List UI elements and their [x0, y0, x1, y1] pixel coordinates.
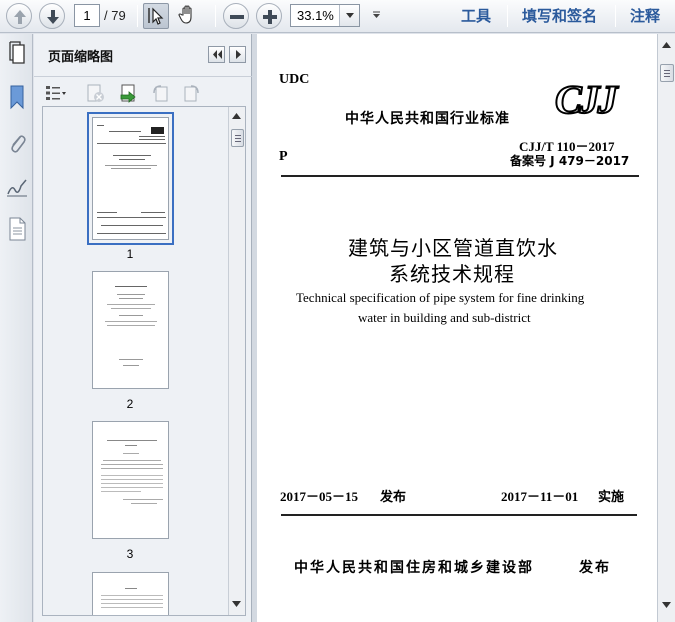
next-page-button[interactable] [39, 3, 65, 29]
pdf-page: UDC 中华人民共和国行业标准 CJJ CJJ/T 110－2017 P 备案号… [257, 34, 657, 622]
toolbar-divider [615, 5, 616, 27]
fill-sign-pane-button[interactable]: 填写和签名 [522, 5, 597, 27]
double-chevron-left-icon [213, 50, 222, 59]
document-scroll-thumb[interactable] [660, 64, 674, 82]
rotate-left-icon[interactable] [150, 82, 172, 104]
comment-pane-button[interactable]: 注释 [630, 5, 660, 27]
record-number: 备案号 J 479－2017 [510, 154, 630, 168]
page-thumbnails-panel: 页面缩略图 1 2 3 [9, 34, 252, 622]
document-scrollbar[interactable] [657, 34, 675, 622]
pages-icon[interactable] [7, 40, 29, 66]
thumbnail-number: 1 [126, 247, 134, 261]
scroll-up-icon[interactable] [662, 42, 671, 48]
standard-heading: 中华人民共和国行业标准 [345, 111, 510, 127]
triangle-right-icon [236, 50, 241, 59]
delete-page-icon[interactable] [84, 82, 106, 104]
collapse-panel-button[interactable] [208, 46, 225, 63]
panel-header: 页面缩略图 [9, 34, 252, 76]
cursor-icon [148, 7, 164, 25]
thumbnail-number: 2 [126, 397, 134, 411]
arrow-up-icon [14, 10, 26, 24]
scroll-down-icon[interactable] [232, 601, 241, 607]
publish-date: 2017－05－15 [280, 489, 359, 504]
signature-icon[interactable] [5, 174, 29, 200]
thumbnail-page-1[interactable] [87, 112, 174, 245]
udc-label: UDC [279, 72, 310, 87]
bookmark-icon[interactable] [5, 84, 29, 110]
thumbnail-scroll-area: 1 2 3 [43, 107, 229, 615]
zoom-in-button[interactable] [256, 3, 282, 29]
toolbar-divider [137, 5, 138, 27]
title-en-line1: Technical specification of pipe system f… [296, 290, 585, 305]
header-rule [281, 175, 639, 177]
document-view: UDC 中华人民共和国行业标准 CJJ CJJ/T 110－2017 P 备案号… [257, 34, 675, 622]
thumbnail-options-icon[interactable] [44, 82, 66, 104]
title-cn-line2: 系统技术规程 [389, 262, 515, 286]
insert-page-icon[interactable] [118, 82, 140, 104]
thumbnail-number: 3 [126, 547, 134, 561]
plus-icon [263, 10, 277, 24]
zoom-dropdown-button[interactable] [339, 5, 359, 26]
minus-icon [230, 15, 244, 19]
thumbnail-scrollbar[interactable] [228, 107, 245, 615]
thumbnail-toolbar [34, 76, 252, 106]
attachment-icon[interactable] [5, 130, 29, 156]
toolbar-divider [215, 5, 216, 27]
chevron-down-icon [346, 13, 354, 18]
scroll-down-icon[interactable] [662, 602, 671, 608]
title-cn-line1: 建筑与小区管道直饮水 [348, 236, 558, 260]
issuer-name: 中华人民共和国住房和城乡建设部 [294, 560, 534, 576]
page-number-input[interactable]: 1 [74, 4, 100, 27]
zoom-select[interactable]: 33.1% [290, 4, 360, 27]
thumbnail-list: 1 2 3 [42, 106, 246, 616]
thumbnail-scroll-thumb[interactable] [231, 129, 244, 147]
thumbnail-page-2[interactable] [92, 271, 169, 389]
panel-title: 页面缩略图 [48, 50, 114, 65]
hand-tool-button[interactable] [176, 3, 202, 29]
more-tools-icon[interactable] [372, 11, 381, 20]
title-en-line2: water in building and sub-district [358, 310, 531, 325]
implement-label: 实施 [598, 490, 625, 505]
issuer-action: 发布 [579, 560, 611, 576]
zoom-out-button[interactable] [223, 3, 249, 29]
previous-page-button[interactable] [6, 3, 32, 29]
arrow-down-icon [47, 10, 59, 24]
zoom-value: 33.1% [297, 8, 334, 23]
tools-pane-button[interactable]: 工具 [461, 5, 491, 27]
page-total-label: / 79 [104, 8, 126, 23]
cjj-logo: CJJ [554, 77, 619, 122]
footer-rule [281, 514, 637, 516]
panel-options-button[interactable] [229, 46, 246, 63]
thumbnail-page-4[interactable] [92, 572, 169, 615]
thumbnail-page-3[interactable] [92, 421, 169, 539]
hand-icon [178, 5, 192, 24]
publish-label: 发布 [380, 490, 407, 505]
main-toolbar: 1 / 79 33.1% 工具 填写和签名 注释 [0, 0, 675, 33]
rotate-right-icon[interactable] [180, 82, 202, 104]
toolbar-divider [507, 5, 508, 27]
category-label: P [279, 149, 288, 164]
scroll-up-icon[interactable] [232, 113, 241, 119]
select-tool-button[interactable] [143, 3, 169, 29]
document-icon[interactable] [5, 216, 29, 242]
navigation-strip [0, 34, 33, 622]
implement-date: 2017－11－01 [501, 489, 579, 504]
